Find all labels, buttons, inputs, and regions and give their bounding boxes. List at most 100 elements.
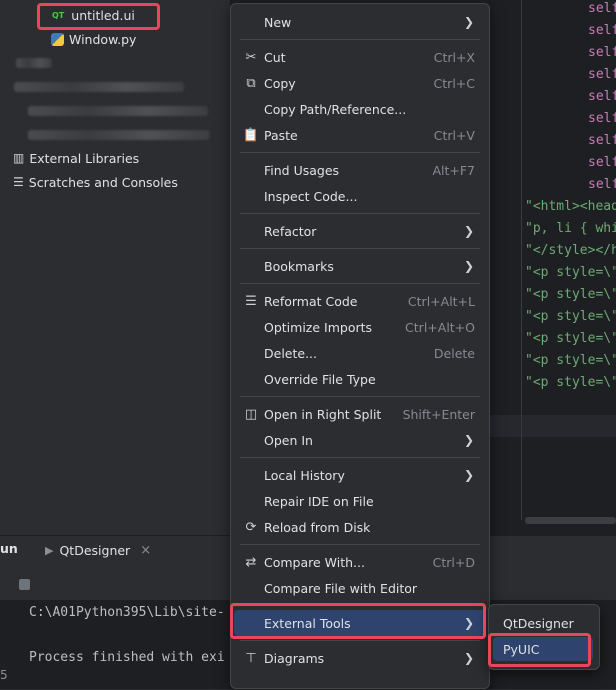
context-menu: New ❯ ✂ Cut Ctrl+X ⧉ Copy Ctrl+C Copy Path/Re… — [230, 3, 490, 689]
chevron-right-icon: ❯ — [463, 468, 474, 482]
code-string: "<p style=\" — [525, 287, 616, 302]
menu-item-local-history[interactable]: Local History ❯ — [234, 462, 486, 488]
code-token: self — [588, 89, 616, 104]
menu-item-optimize-imports[interactable]: Optimize Imports Ctrl+Alt+O — [234, 314, 486, 340]
submenu-item-qtdesigner[interactable]: QtDesigner — [493, 611, 593, 635]
blurred-tree-item — [14, 82, 184, 92]
code-token: self — [588, 45, 616, 60]
code-string: "p, li { whi — [525, 221, 616, 236]
code-string: "<p style=\" — [525, 265, 616, 280]
menu-label: Reload from Disk — [264, 519, 371, 535]
chevron-right-icon: ❯ — [463, 224, 474, 238]
reload-icon: ⟳ — [245, 519, 257, 535]
chevron-right-icon: ❯ — [463, 651, 474, 665]
menu-separator — [240, 39, 480, 40]
menu-label: Copy Path/Reference... — [264, 101, 407, 117]
python-file-icon — [51, 32, 64, 46]
compare-icon: ⇄ — [245, 554, 257, 570]
menu-separator — [240, 544, 480, 545]
code-string: "<p style=\" — [525, 309, 616, 324]
menu-label: New — [264, 14, 292, 30]
menu-label: Compare File with Editor — [264, 580, 418, 596]
menu-item-bookmarks[interactable]: Bookmarks ❯ — [234, 253, 486, 279]
scratches-icon: ☰ — [13, 175, 24, 189]
menu-item-reformat-code[interactable]: ☰ Reformat Code Ctrl+Alt+L — [234, 288, 486, 314]
code-token: self — [588, 111, 616, 126]
menu-item-new[interactable]: New ❯ — [234, 9, 486, 35]
project-panel: QT untitled.ui Window.py ▥ External Libr… — [0, 0, 230, 535]
code-string: "<p style=\" — [525, 375, 616, 390]
menu-label: Reformat Code — [264, 293, 358, 309]
highlight-box-untitled-ui — [37, 3, 160, 30]
stop-icon[interactable] — [19, 579, 30, 590]
menu-label: Diagrams — [264, 650, 325, 666]
menu-item-inspect-code[interactable]: Inspect Code... — [234, 183, 486, 209]
menu-item-repair-ide[interactable]: Repair IDE on File — [234, 488, 486, 514]
editor-horizontal-scrollbar[interactable] — [525, 517, 616, 524]
menu-label: Refactor — [264, 223, 317, 239]
menu-label: Paste — [264, 127, 298, 143]
chevron-right-icon: ❯ — [463, 259, 474, 273]
code-token: self — [588, 133, 616, 148]
tree-item-window-py[interactable]: Window.py — [51, 28, 136, 50]
reformat-icon: ☰ — [245, 293, 257, 309]
menu-label: Find Usages — [264, 162, 340, 178]
gutter-digit: 5 — [0, 668, 8, 682]
menu-item-refactor[interactable]: Refactor ❯ — [234, 218, 486, 244]
run-icon: ▶ — [45, 543, 54, 557]
copy-icon: ⧉ — [246, 75, 256, 91]
menu-item-delete[interactable]: Delete... Delete — [234, 340, 486, 366]
scissors-icon: ✂ — [245, 49, 257, 65]
tree-item-external-libraries[interactable]: ▥ External Libraries — [13, 147, 139, 169]
blurred-tree-item — [28, 106, 208, 116]
console-line: C:\A01Python395\Lib\site- — [29, 605, 225, 620]
menu-shortcut: Ctrl+C — [433, 75, 475, 91]
menu-label: Copy — [264, 75, 296, 91]
menu-shortcut: Alt+F7 — [432, 162, 475, 178]
menu-label: Compare With... — [264, 554, 365, 570]
editor-caret-line — [490, 415, 616, 437]
code-string: "<p style=\" — [525, 353, 616, 368]
menu-item-paste[interactable]: 📋 Paste Ctrl+V — [234, 122, 486, 148]
menu-label: Inspect Code... — [264, 188, 358, 204]
menu-item-cut[interactable]: ✂ Cut Ctrl+X — [234, 44, 486, 70]
menu-separator — [240, 640, 480, 641]
menu-shortcut: Delete — [433, 345, 475, 361]
code-token: self — [588, 155, 616, 170]
menu-item-reload-disk[interactable]: ⟳ Reload from Disk — [234, 514, 486, 540]
tree-item-label: Window.py — [69, 31, 137, 47]
tab-label: QtDesigner — [59, 542, 131, 558]
menu-item-compare-with[interactable]: ⇄ Compare With... Ctrl+D — [234, 549, 486, 575]
menu-label: Open in Right Split — [264, 406, 382, 422]
menu-label: Bookmarks — [264, 258, 334, 274]
menu-shortcut: Ctrl+D — [432, 554, 475, 570]
menu-item-open-in[interactable]: Open In ❯ — [234, 427, 486, 453]
menu-separator — [240, 248, 480, 249]
highlight-box-external-tools — [230, 603, 486, 639]
menu-item-copy-path[interactable]: Copy Path/Reference... — [234, 96, 486, 122]
highlight-box-pyuic — [488, 633, 591, 667]
menu-item-override-file-type[interactable]: Override File Type — [234, 366, 486, 392]
menu-item-compare-file-editor[interactable]: Compare File with Editor — [234, 575, 486, 601]
tree-item-scratches[interactable]: ☰ Scratches and Consoles — [13, 171, 178, 193]
menu-item-copy[interactable]: ⧉ Copy Ctrl+C — [234, 70, 486, 96]
menu-shortcut: Ctrl+X — [433, 49, 475, 65]
run-tab-label[interactable]: un — [0, 541, 18, 556]
menu-label: Open In — [264, 432, 313, 448]
menu-label: QtDesigner — [503, 615, 574, 631]
tree-item-label: External Libraries — [29, 150, 140, 166]
menu-separator — [240, 283, 480, 284]
menu-item-find-usages[interactable]: Find Usages Alt+F7 — [234, 157, 486, 183]
code-string: "<html><head> — [525, 199, 616, 214]
menu-separator — [240, 152, 480, 153]
menu-label: Cut — [264, 49, 286, 65]
menu-label: Override File Type — [264, 371, 376, 387]
menu-label: Optimize Imports — [264, 319, 373, 335]
clipboard-icon: 📋 — [242, 127, 260, 143]
close-icon[interactable]: × — [140, 543, 151, 558]
tab-qtdesigner[interactable]: ▶ QtDesigner × — [45, 539, 151, 561]
menu-item-diagrams[interactable]: ⊤ Diagrams ❯ — [234, 645, 486, 671]
menu-item-open-right-split[interactable]: ◫ Open in Right Split Shift+Enter — [234, 401, 486, 427]
menu-label: Repair IDE on File — [264, 493, 374, 509]
blurred-tree-item — [28, 130, 210, 140]
